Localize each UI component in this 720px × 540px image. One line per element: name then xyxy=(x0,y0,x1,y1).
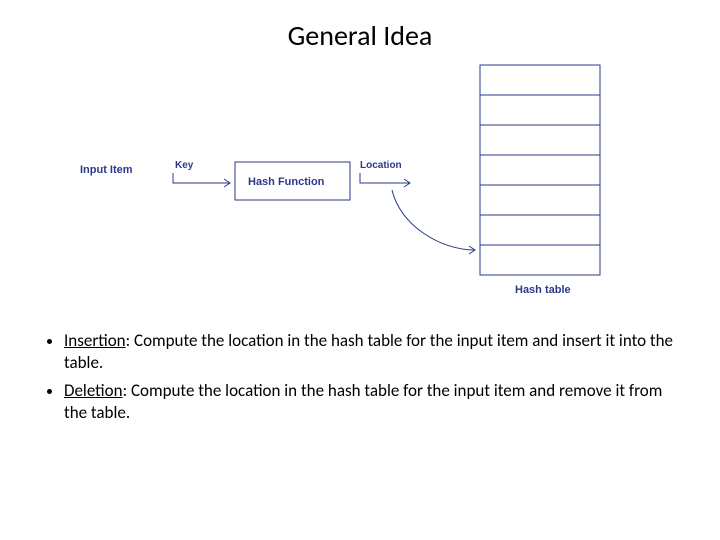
page-title: General Idea xyxy=(0,18,720,53)
bullet-deletion: Deletion: Compute the location in the ha… xyxy=(64,380,676,424)
hash-table xyxy=(480,65,600,275)
bullet-insertion-label: Insertion xyxy=(64,330,126,351)
label-hash-table: Hash table xyxy=(515,284,571,296)
bullet-deletion-text: : Compute the location in the hash table… xyxy=(64,380,662,423)
label-key: Key xyxy=(175,160,194,171)
bullet-insertion: Insertion: Compute the location in the h… xyxy=(64,330,676,374)
bullet-list: Insertion: Compute the location in the h… xyxy=(36,330,676,430)
label-hash-function: Hash Function xyxy=(248,176,325,188)
hash-diagram: Input Item Key Hash Function Location xyxy=(60,55,620,315)
slide: General Idea Input Item Key Hash Functio… xyxy=(0,0,720,540)
label-input-item: Input Item xyxy=(80,164,133,176)
bullet-insertion-text: : Compute the location in the hash table… xyxy=(64,330,673,373)
label-location: Location xyxy=(360,160,402,171)
bullet-deletion-label: Deletion xyxy=(64,380,123,401)
